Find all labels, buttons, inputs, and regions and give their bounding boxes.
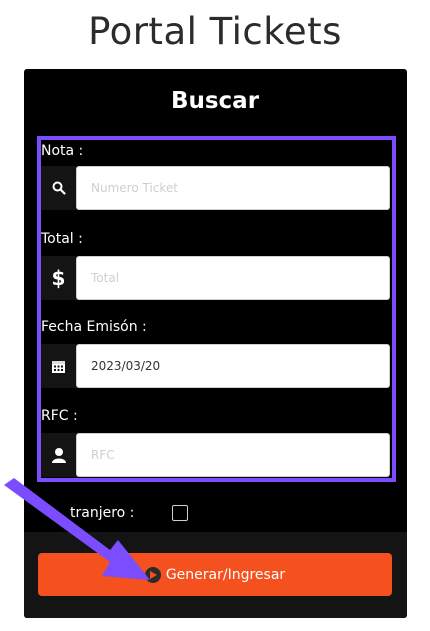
annotation-arrow: [4, 478, 150, 580]
highlight-box: [37, 136, 396, 482]
panel-heading: Buscar: [170, 88, 260, 114]
page-title: Portal Tickets: [88, 10, 342, 53]
